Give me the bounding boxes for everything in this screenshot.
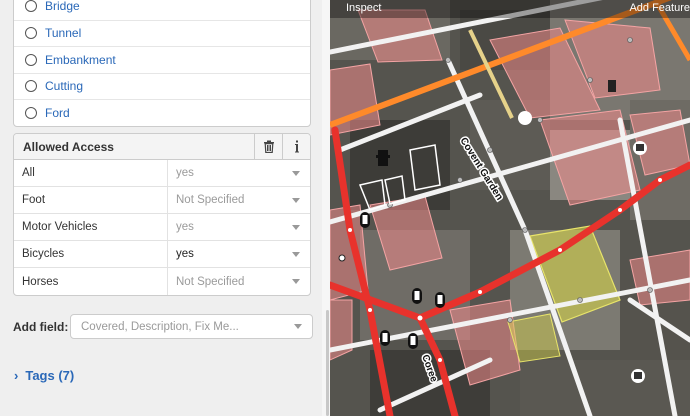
allowed-access-field: Allowed Access All yes Foot Not Specifie…: [13, 133, 311, 296]
allowed-access-header: Allowed Access: [14, 134, 310, 160]
trash-icon: [263, 140, 274, 153]
inspector-sidebar: Bridge Tunnel Embankment Cutting Ford Al…: [0, 0, 330, 416]
access-value: yes: [176, 167, 194, 179]
add-field-input[interactable]: Covered, Description, Fix Me...: [70, 314, 313, 339]
sidebar-scrollbar-thumb[interactable]: [326, 310, 329, 416]
add-field-placeholder: Covered, Description, Fix Me...: [81, 320, 239, 333]
access-value: yes: [176, 248, 194, 260]
structure-option-cutting[interactable]: Cutting: [14, 72, 310, 100]
add-feature-button[interactable]: Add Feature: [629, 2, 690, 14]
structure-option-tunnel[interactable]: Tunnel: [14, 19, 310, 47]
structure-option-bridge[interactable]: Bridge: [14, 0, 310, 20]
radio-button[interactable]: [25, 80, 37, 93]
access-label: Motor Vehicles: [14, 214, 168, 240]
inspect-label[interactable]: Inspect: [346, 2, 381, 14]
field-info-button[interactable]: [282, 134, 310, 160]
structure-option-ford[interactable]: Ford: [14, 99, 310, 126]
access-combo-all[interactable]: yes: [168, 160, 310, 186]
info-icon: [294, 140, 299, 153]
chevron-down-icon: [292, 279, 300, 284]
chevron-down-icon: [294, 324, 302, 329]
map-canvas[interactable]: Covent Garden Coree: [330, 0, 690, 416]
radio-button[interactable]: [25, 0, 37, 13]
structure-option-label: Bridge: [45, 0, 80, 14]
access-label: Horses: [14, 268, 168, 295]
access-combo-bicycles[interactable]: yes: [168, 241, 310, 267]
access-label: Bicycles: [14, 241, 168, 267]
access-value: Not Specified: [176, 275, 245, 288]
chevron-down-icon: [292, 197, 300, 203]
access-combo-horses[interactable]: Not Specified: [168, 268, 310, 295]
structure-option-label: Embankment: [45, 52, 116, 67]
add-field-label: Add field:: [13, 319, 69, 334]
access-value: Not Specified: [176, 194, 245, 206]
structure-option-label: Ford: [45, 105, 70, 120]
access-label: All: [14, 160, 168, 186]
access-row-all: All yes: [14, 160, 310, 187]
radio-button[interactable]: [25, 27, 37, 40]
structure-option-embankment[interactable]: Embankment: [14, 46, 310, 73]
map-drawing: Covent Garden Coree: [330, 0, 690, 416]
radio-button[interactable]: [25, 53, 37, 66]
tags-disclosure-toggle[interactable]: › Tags (7): [14, 368, 74, 383]
chevron-down-icon: [292, 170, 300, 176]
chevron-down-icon: [292, 224, 300, 230]
radio-button[interactable]: [25, 106, 37, 119]
access-row-horses: Horses Not Specified: [14, 268, 310, 295]
access-row-bicycles: Bicycles yes: [14, 241, 310, 268]
access-row-motor-vehicles: Motor Vehicles yes: [14, 214, 310, 241]
access-label: Foot: [14, 187, 168, 213]
access-row-foot: Foot Not Specified: [14, 187, 310, 214]
access-combo-foot[interactable]: Not Specified: [168, 187, 310, 213]
access-combo-motor-vehicles[interactable]: yes: [168, 214, 310, 240]
add-field-row: Add field: Covered, Description, Fix Me.…: [13, 314, 313, 339]
tags-label: Tags (7): [25, 368, 75, 383]
allowed-access-title: Allowed Access: [23, 139, 114, 154]
sidebar-content: Bridge Tunnel Embankment Cutting Ford Al…: [0, 0, 322, 416]
chevron-right-icon: ›: [14, 368, 19, 383]
access-value: yes: [176, 221, 194, 233]
delete-field-button[interactable]: [254, 134, 282, 160]
structure-option-label: Tunnel: [45, 26, 82, 41]
structure-option-label: Cutting: [45, 79, 84, 94]
structure-radio-list: Bridge Tunnel Embankment Cutting Ford: [13, 0, 311, 127]
chevron-down-icon: [292, 251, 300, 257]
